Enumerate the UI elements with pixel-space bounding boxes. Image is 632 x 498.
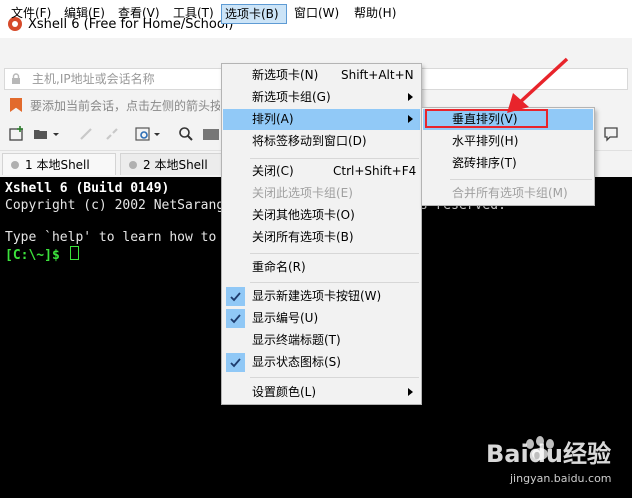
menu-item-label: 新选项卡组(G) xyxy=(252,90,331,104)
checkmark-icon xyxy=(226,353,245,372)
menu-item-merge-tab-groups[interactable]: 合并所有选项卡组(M) xyxy=(423,183,593,204)
menu-item-show-terminal-title[interactable]: 显示终端标题(T) xyxy=(223,330,420,351)
annotation-arrow-icon xyxy=(507,57,569,113)
menu-help[interactable]: 帮助(H) xyxy=(351,4,399,24)
menu-separator xyxy=(250,377,419,378)
menu-separator xyxy=(250,158,419,159)
menu-item-show-status-icon[interactable]: 显示状态图标(S) xyxy=(223,352,420,373)
open-folder-icon[interactable] xyxy=(33,126,49,142)
properties-chevron-down-icon[interactable] xyxy=(153,126,161,142)
menu-item-label: 重命名(R) xyxy=(252,260,306,274)
disconnect-icon[interactable] xyxy=(104,126,120,142)
menu-item-label: 水平排列(H) xyxy=(452,134,519,148)
menu-separator xyxy=(250,253,419,254)
lock-icon xyxy=(12,73,20,84)
submenu-arrow-icon xyxy=(408,93,413,101)
tab-label: 1 本地Shell xyxy=(25,158,90,172)
tab-local-shell-2[interactable]: 2 本地Shell xyxy=(120,153,222,175)
menu-item-label: 合并所有选项卡组(M) xyxy=(452,186,568,200)
menu-item-shortcut: Ctrl+Shift+F4 xyxy=(333,164,417,178)
chat-icon[interactable] xyxy=(603,126,619,142)
menu-item-rename[interactable]: 重命名(R) xyxy=(223,257,420,278)
menu-item-arrange-horizontal[interactable]: 水平排列(H) xyxy=(423,131,593,152)
watermark-brand: Baidu经验 xyxy=(486,440,611,468)
menu-item-set-color[interactable]: 设置颜色(L) xyxy=(223,382,420,403)
menu-edit[interactable]: 编辑(E) xyxy=(61,4,108,24)
menu-item-close-tab-group[interactable]: 关闭此选项卡组(E) xyxy=(223,183,420,204)
submenu-arrow-icon xyxy=(408,115,413,123)
hint-text: 要添加当前会话，点击左侧的箭头按钮 xyxy=(30,99,220,113)
menu-item-close[interactable]: 关闭(C) Ctrl+Shift+F4 xyxy=(223,161,420,182)
menu-item-show-number[interactable]: 显示编号(U) xyxy=(223,308,420,329)
menu-tabs[interactable]: 选项卡(B) xyxy=(221,4,287,24)
connect-icon[interactable] xyxy=(78,126,94,142)
menu-item-label: 新选项卡(N) xyxy=(252,68,319,82)
menu-item-new-tab[interactable]: 新选项卡(N) Shift+Alt+N xyxy=(223,65,420,86)
tab-label: 2 本地Shell xyxy=(143,158,208,172)
menu-item-label: 显示状态图标(S) xyxy=(252,355,341,369)
menu-item-new-tab-group[interactable]: 新选项卡组(G) xyxy=(223,87,420,108)
menu-separator xyxy=(450,179,592,180)
menu-item-close-all-tabs[interactable]: 关闭所有选项卡(B) xyxy=(223,227,420,248)
menu-item-show-new-tab-button[interactable]: 显示新建选项卡按钮(W) xyxy=(223,286,420,307)
menu-item-label: 关闭所有选项卡(B) xyxy=(252,230,354,244)
menu-separator xyxy=(250,282,419,283)
menu-item-label: 显示编号(U) xyxy=(252,311,319,325)
tab-local-shell-1[interactable]: 1 本地Shell xyxy=(2,153,116,175)
menu-item-label: 关闭(C) xyxy=(252,164,294,178)
menu-item-arrange[interactable]: 排列(A) xyxy=(223,109,420,130)
watermark-url: jingyan.baidu.com xyxy=(510,472,612,485)
submenu-arrow-icon xyxy=(408,388,413,396)
checkmark-icon xyxy=(226,287,245,306)
menu-item-label: 设置颜色(L) xyxy=(252,385,317,399)
terminal-prompt-line[interactable]: [C:\~]$ xyxy=(5,246,79,264)
menu-item-label: 关闭其他选项卡(O) xyxy=(252,208,355,222)
menu-item-label: 排列(A) xyxy=(252,112,294,126)
properties-icon[interactable] xyxy=(135,126,151,142)
menu-item-arrange-tile[interactable]: 瓷砖排序(T) xyxy=(423,153,593,174)
search-icon[interactable] xyxy=(178,126,194,142)
tabs-dropdown-menu: 新选项卡(N) Shift+Alt+N 新选项卡组(G) 排列(A) 将标签移动… xyxy=(221,63,422,405)
menu-item-label: 显示终端标题(T) xyxy=(252,333,341,347)
menu-item-close-other-tabs[interactable]: 关闭其他选项卡(O) xyxy=(223,205,420,226)
chevron-down-icon[interactable] xyxy=(52,126,60,142)
host-address-placeholder: 主机,IP地址或会话名称 xyxy=(32,72,155,86)
menu-item-label: 显示新建选项卡按钮(W) xyxy=(252,289,382,303)
menu-view[interactable]: 查看(V) xyxy=(115,4,163,24)
menu-item-label: 关闭此选项卡组(E) xyxy=(252,186,353,200)
transfer-icon[interactable] xyxy=(202,126,220,142)
terminal-cursor xyxy=(69,246,79,260)
menu-item-label: 将标签移动到窗口(D) xyxy=(252,134,367,148)
menu-file[interactable]: 文件(F) xyxy=(8,4,54,24)
terminal-banner: Xshell 6 (Build 0149) xyxy=(5,181,170,196)
status-icon xyxy=(129,161,137,169)
menu-window[interactable]: 窗口(W) xyxy=(291,4,342,24)
menu-tools[interactable]: 工具(T) xyxy=(170,4,217,24)
menu-item-shortcut: Shift+Alt+N xyxy=(341,68,414,82)
new-session-icon[interactable] xyxy=(9,126,25,142)
menu-item-label: 瓷砖排序(T) xyxy=(452,156,517,170)
menu-item-move-tab-to-window[interactable]: 将标签移动到窗口(D) xyxy=(223,131,420,152)
checkmark-icon xyxy=(226,309,245,328)
status-icon xyxy=(11,161,19,169)
terminal-prompt: [C:\~]$ xyxy=(5,248,68,263)
